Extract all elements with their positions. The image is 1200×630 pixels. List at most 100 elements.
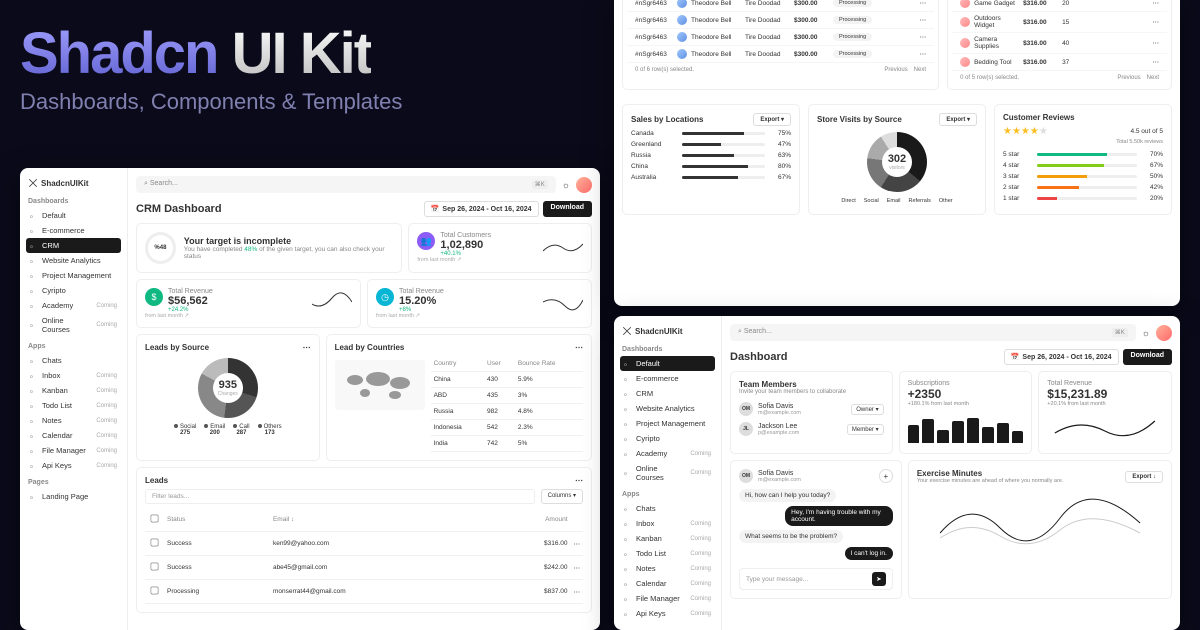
role-select[interactable]: Member ▾	[847, 424, 884, 435]
sidebar-item-online-courses[interactable]: ▫Online CoursesComing	[620, 461, 715, 485]
sidebar-section-apps: Apps	[26, 337, 121, 353]
legend-item: Social	[864, 198, 879, 204]
export-button[interactable]: Export ▾	[939, 113, 977, 126]
sidebar-item-project-management[interactable]: ▫Project Management	[620, 416, 715, 431]
select-all-checkbox[interactable]	[151, 515, 159, 523]
ecommerce-screenshot: #nSgr6463Theodore BellTire Doodad$300.00…	[614, 0, 1180, 306]
role-select[interactable]: Owner ▾	[851, 404, 883, 415]
bar-row: Australia67%	[631, 174, 791, 181]
more-icon[interactable]: ⋯	[1153, 39, 1160, 47]
download-button[interactable]: Download	[543, 201, 592, 217]
theme-toggle-icon[interactable]: ☼	[1142, 328, 1150, 338]
sidebar-item-online-courses[interactable]: ▫Online CoursesComing	[26, 313, 121, 337]
download-button[interactable]: Download	[1123, 349, 1172, 365]
sidebar-item-project-management[interactable]: ▫Project Management	[26, 268, 121, 283]
app-logo[interactable]: ShadcnUIKit	[26, 174, 121, 192]
sidebar-item-notes[interactable]: ▫NotesComing	[26, 413, 121, 428]
more-icon[interactable]: ⋯	[571, 532, 584, 556]
theme-toggle-icon[interactable]: ☼	[562, 180, 570, 190]
prev-button[interactable]: Previous	[884, 67, 907, 73]
sparkline-icon	[543, 292, 583, 312]
table-row: Outdoors Widget$316.0015⋯	[952, 12, 1167, 33]
row-checkbox[interactable]	[151, 587, 159, 595]
sidebar-item-e-commerce[interactable]: ▫E-commerce	[26, 223, 121, 238]
sidebar-item-calendar[interactable]: ▫CalendarComing	[26, 428, 121, 443]
more-icon[interactable]: ⋯	[1153, 58, 1160, 66]
search-input[interactable]: ⌕ Search... ⌘K	[730, 324, 1136, 341]
nav-icon: ▫	[624, 595, 632, 603]
sidebar-item-kanban[interactable]: ▫KanbanComing	[620, 531, 715, 546]
email-sort-header[interactable]: Email ↕	[270, 508, 489, 532]
sidebar-item-api-keys[interactable]: ▫Api KeysComing	[26, 458, 121, 473]
sidebar-item-default[interactable]: ▫Default	[620, 356, 715, 371]
prev-button[interactable]: Previous	[1117, 75, 1140, 81]
more-icon[interactable]: ⋯	[920, 0, 927, 7]
more-icon[interactable]: ⋯	[575, 343, 583, 352]
next-button[interactable]: Next	[914, 67, 926, 73]
store-visits-card: Store Visits by SourceExport ▾ 302visito…	[808, 104, 986, 215]
more-icon[interactable]: ⋯	[920, 16, 927, 24]
send-icon[interactable]: ➤	[872, 572, 886, 586]
sidebar-item-calendar[interactable]: ▫CalendarComing	[620, 576, 715, 591]
sidebar-item-default[interactable]: ▫Default	[26, 208, 121, 223]
more-icon[interactable]: ⋯	[920, 50, 927, 58]
chat-avatar: OM	[739, 469, 753, 483]
nav-icon: ▫	[30, 321, 38, 329]
more-icon[interactable]: ⋯	[571, 580, 584, 604]
sidebar-item-cyripto[interactable]: ▫Cyripto	[26, 283, 121, 298]
customer-avatar	[677, 49, 687, 59]
filter-leads-input[interactable]: Filter leads...	[145, 489, 535, 504]
table-row: Indonesia5422.3%	[431, 420, 583, 436]
date-range-picker[interactable]: 📅 Sep 26, 2024 - Oct 16, 2024	[424, 201, 539, 217]
sidebar-item-file-manager[interactable]: ▫File ManagerComing	[620, 591, 715, 606]
more-icon[interactable]: ⋯	[1153, 0, 1160, 7]
export-button[interactable]: Export ▾	[753, 113, 791, 126]
user-avatar[interactable]	[1156, 325, 1172, 341]
sidebar-item-todo-list[interactable]: ▫Todo ListComing	[26, 398, 121, 413]
more-icon[interactable]: ⋯	[571, 556, 584, 580]
app-logo[interactable]: ShadcnUIKit	[620, 322, 715, 340]
sidebar-item-api-keys[interactable]: ▫Api KeysComing	[620, 606, 715, 621]
sidebar-item-todo-list[interactable]: ▫Todo ListComing	[620, 546, 715, 561]
chat-message: I can't log in.	[845, 547, 893, 560]
sidebar-item-landing-page[interactable]: ▫Landing Page	[26, 489, 121, 504]
more-icon[interactable]: ⋯	[920, 33, 927, 41]
more-icon[interactable]: ⋯	[1153, 18, 1160, 26]
more-icon[interactable]: ⋯	[575, 476, 583, 485]
row-checkbox[interactable]	[151, 539, 159, 547]
sidebar-item-file-manager[interactable]: ▫File ManagerComing	[26, 443, 121, 458]
sidebar-item-academy[interactable]: ▫AcademyComing	[26, 298, 121, 313]
nav-icon: ▫	[30, 462, 38, 470]
nav-icon: ▫	[30, 287, 38, 295]
date-range-picker[interactable]: 📅 Sep 26, 2024 - Oct 16, 2024	[1004, 349, 1119, 365]
add-button[interactable]: +	[879, 469, 893, 483]
sidebar-item-chats[interactable]: ▫Chats	[620, 501, 715, 516]
sidebar-item-e-commerce[interactable]: ▫E-commerce	[620, 371, 715, 386]
sidebar-item-website-analytics[interactable]: ▫Website Analytics	[26, 253, 121, 268]
user-avatar[interactable]	[576, 177, 592, 193]
sidebar-item-crm[interactable]: ▫CRM	[620, 386, 715, 401]
topbar: ⌕ Search... ⌘K ☼	[136, 176, 592, 193]
row-checkbox[interactable]	[151, 563, 159, 571]
table-row: ABD4353%	[431, 388, 583, 404]
bar-row: Russia63%	[631, 152, 791, 159]
sidebar-item-notes[interactable]: ▫NotesComing	[620, 561, 715, 576]
nav-icon: ▫	[30, 493, 38, 501]
export-button[interactable]: Export ↓	[1125, 471, 1163, 483]
sparkline-icon	[312, 292, 352, 312]
main-content: ⌕ Search... ⌘K ☼ Dashboard 📅 Sep 26, 202…	[722, 316, 1180, 613]
chat-input[interactable]: Type your message...➤	[739, 568, 893, 590]
sidebar-item-inbox[interactable]: ▫InboxComing	[26, 368, 121, 383]
sidebar-item-cyripto[interactable]: ▫Cyripto	[620, 431, 715, 446]
sidebar-item-crm[interactable]: ▫CRM	[26, 238, 121, 253]
sidebar-item-academy[interactable]: ▫AcademyComing	[620, 446, 715, 461]
more-icon[interactable]: ⋯	[303, 343, 311, 352]
sidebar-item-website-analytics[interactable]: ▫Website Analytics	[620, 401, 715, 416]
sidebar-item-inbox[interactable]: ▫InboxComing	[620, 516, 715, 531]
next-button[interactable]: Next	[1147, 75, 1159, 81]
sidebar-item-kanban[interactable]: ▫KanbanComing	[26, 383, 121, 398]
search-input[interactable]: ⌕ Search... ⌘K	[136, 176, 556, 193]
columns-button[interactable]: Columns ▾	[541, 489, 583, 504]
member-avatar: JL	[739, 422, 753, 436]
sidebar-item-chats[interactable]: ▫Chats	[26, 353, 121, 368]
